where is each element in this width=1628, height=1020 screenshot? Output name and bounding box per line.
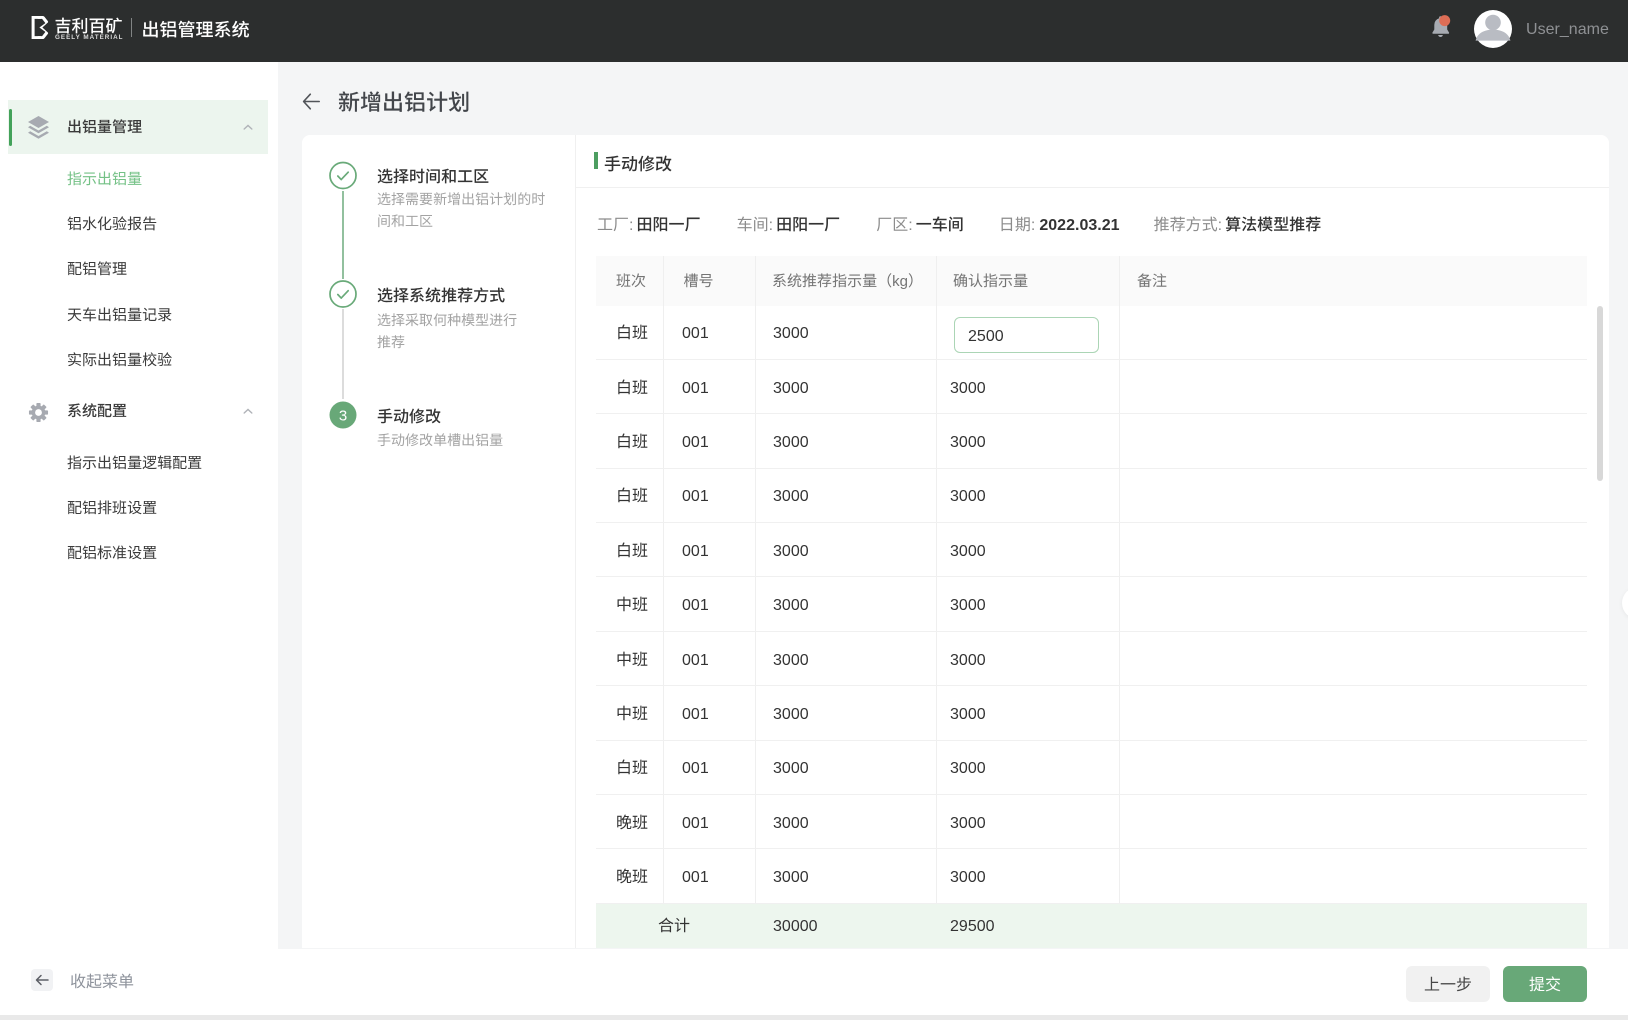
svg-text:3: 3 — [339, 408, 347, 425]
